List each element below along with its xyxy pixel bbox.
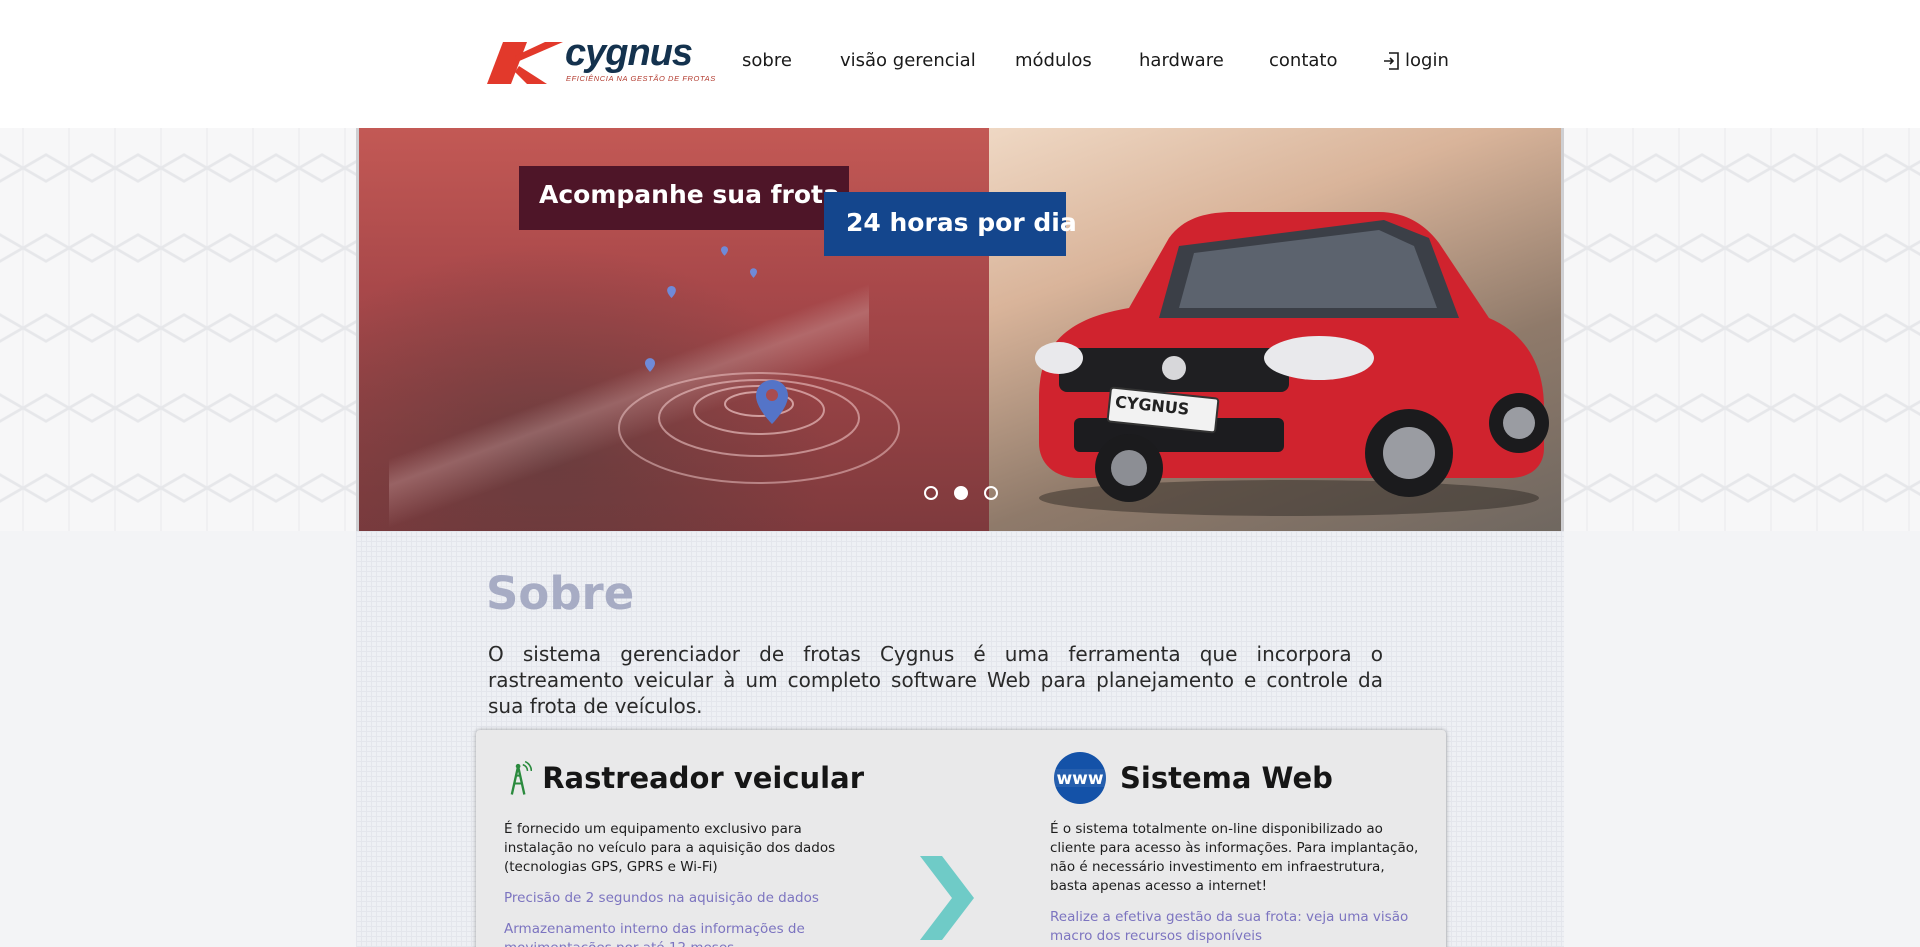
feature-link[interactable]: Realize a efetiva gestão da sua frota: v… — [1050, 908, 1420, 946]
nav-item-sobre[interactable]: sobre — [742, 50, 792, 71]
logo-wordmark: cygnus — [565, 32, 693, 74]
feature-header: Rastreador veicular — [504, 752, 864, 804]
nav-item-contato[interactable]: contato — [1269, 50, 1337, 71]
feature-title: Sistema Web — [1120, 761, 1333, 795]
slider-dots — [924, 486, 998, 500]
site-header: cygnus EFICIÊNCIA NA GESTÃO DE FROTAS so… — [0, 0, 1920, 128]
slider-dot-1[interactable] — [924, 486, 938, 500]
slider-dot-2[interactable] — [954, 486, 968, 500]
location-rings-graphic — [618, 372, 900, 484]
red-car-image — [1035, 212, 1549, 516]
slider-dot-3[interactable] — [984, 486, 998, 500]
feature-link[interactable]: Precisão de 2 segundos na aquisição de d… — [504, 889, 864, 908]
chevron-right-icon[interactable] — [916, 852, 978, 944]
antenna-tower-icon — [510, 760, 533, 795]
nav-item-hardware[interactable]: hardware — [1139, 50, 1224, 71]
feature-description: É o sistema totalmente on-line disponibi… — [1050, 821, 1419, 894]
section-title: Sobre — [486, 567, 635, 620]
about-text: O sistema gerenciador de frotas Cygnus é… — [488, 642, 1383, 718]
feature-title: Rastreador veicular — [542, 761, 864, 795]
hero-slider[interactable]: CYGNUS Acompanhe sua frota 24 horas por … — [356, 128, 1564, 531]
nav-item-modulos[interactable]: módulos — [1015, 50, 1092, 71]
logo-tagline: EFICIÊNCIA NA GESTÃO DE FROTAS — [566, 74, 716, 83]
www-icon-text: www — [1056, 769, 1103, 789]
cygnus-logo[interactable]: cygnus EFICIÊNCIA NA GESTÃO DE FROTAS — [487, 32, 715, 88]
map-pin-small-icon — [750, 268, 757, 278]
login-link[interactable]: login — [1383, 50, 1449, 71]
cygnus-logo-mark-icon — [487, 42, 563, 84]
map-pin-small-icon — [721, 246, 728, 256]
nav-item-visao-gerencial[interactable]: visão gerencial — [840, 50, 976, 71]
map-pin-icon — [756, 380, 788, 424]
about-section: Sobre O sistema gerenciador de frotas Cy… — [356, 531, 1564, 947]
car-photo: CYGNUS — [989, 128, 1561, 531]
map-pin-small-icon — [645, 358, 655, 372]
feature-link[interactable]: Armazenamento interno das informações de… — [504, 920, 864, 947]
hero-caption-secondary: 24 horas por dia — [824, 192, 1077, 256]
feature-header: www Sistema Web — [1050, 752, 1420, 804]
login-icon — [1384, 51, 1399, 70]
feature-description: É fornecido um equipamento exclusivo par… — [504, 821, 836, 875]
feature-rastreador: Rastreador veicular É fornecido um equip… — [504, 752, 864, 947]
features-panel: Rastreador veicular É fornecido um equip… — [476, 730, 1446, 947]
hero-caption-primary: Acompanhe sua frota — [519, 166, 849, 230]
feature-sistema-web: www Sistema Web É o sistema totalmente o… — [1050, 752, 1420, 946]
login-label: login — [1405, 50, 1449, 71]
map-pin-small-icon — [667, 286, 676, 298]
www-globe-icon: www — [1050, 752, 1110, 804]
